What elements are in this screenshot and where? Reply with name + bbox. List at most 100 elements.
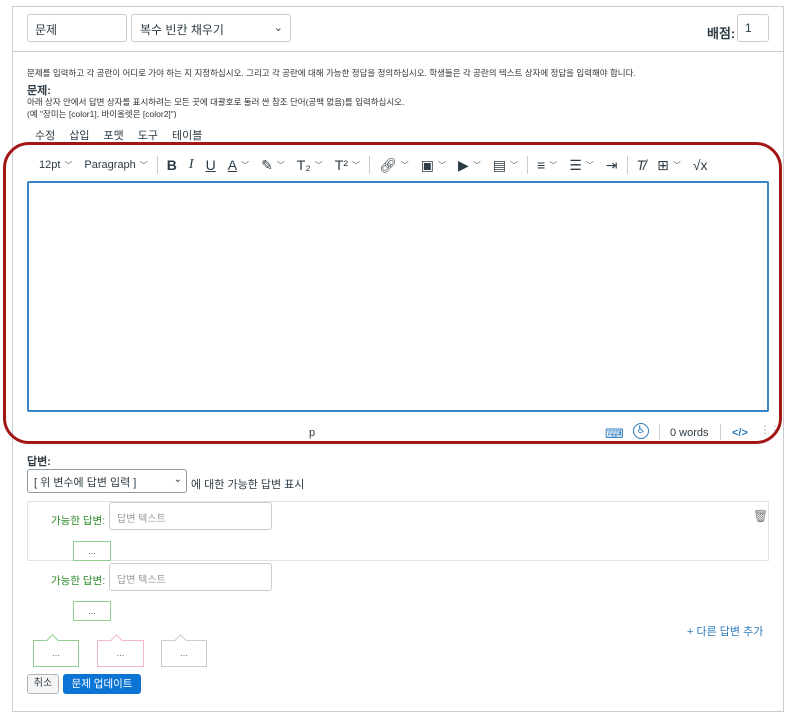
answer-variable-suffix: 에 대한 가능한 답변 표시: [191, 479, 305, 491]
underline-icon: U: [205, 157, 216, 173]
keyboard-icon[interactable]: ⌨: [605, 426, 624, 442]
square-root-icon: √x: [692, 157, 708, 173]
cancel-button[interactable]: 취소: [27, 674, 59, 694]
answer-text-input[interactable]: 답변 텍스트: [109, 563, 272, 591]
chevron-down-icon: ﹀: [472, 160, 481, 170]
block-format-value: Paragraph: [84, 159, 136, 171]
image-icon: ▣: [420, 156, 435, 173]
question-type-value: 복수 빈칸 채우기: [140, 23, 224, 37]
chevron-down-icon: ﹀: [400, 160, 409, 170]
possible-answer-label: 가능한 답변:: [51, 515, 106, 527]
answer-variable-select[interactable]: [ 위 변수에 답변 입력 ] ⌄: [27, 469, 187, 493]
font-size-dropdown[interactable]: 12pt ﹀: [33, 153, 78, 177]
menu-insert[interactable]: 삽입: [69, 127, 89, 143]
menu-format[interactable]: 포맷: [104, 127, 124, 143]
table-button[interactable]: ⊞ ﹀: [651, 153, 687, 177]
subscript-button[interactable]: T₂ ﹀: [291, 153, 329, 177]
element-path[interactable]: p: [309, 427, 315, 439]
hint-line-1: 아래 상자 안에서 답변 상자를 표시하려는 모든 곳에 대괄호로 둘러 싼 참…: [27, 97, 405, 107]
update-question-button[interactable]: 문제 업데이트: [63, 674, 141, 694]
image-button[interactable]: ▣ ﹀: [415, 153, 452, 177]
align-left-icon: ≡: [537, 157, 546, 173]
rich-text-editor-area[interactable]: [27, 181, 769, 412]
link-button[interactable]: 🔗︎ ﹀: [373, 153, 415, 177]
statusbar-divider: [659, 424, 660, 440]
answers-label: 답변:: [27, 456, 51, 468]
underline-button[interactable]: U: [200, 153, 222, 177]
link-icon: 🔗︎: [379, 156, 397, 173]
word-count[interactable]: 0 words: [670, 427, 709, 439]
chevron-down-icon: ⌄: [273, 22, 283, 34]
points-label: 배점:: [707, 26, 736, 41]
chevron-down-icon: ﹀: [64, 160, 73, 170]
subscript-icon: T₂: [296, 157, 311, 173]
bullet-list-icon: ☰: [569, 156, 582, 173]
question-name-input[interactable]: 문제: [27, 14, 127, 42]
chevron-down-icon: ﹀: [276, 160, 285, 170]
correct-comment-bubble[interactable]: ...: [33, 640, 79, 667]
font-size-value: 12pt: [39, 159, 61, 171]
block-format-dropdown[interactable]: Paragraph ﹀: [78, 153, 153, 177]
add-another-answer-link[interactable]: + 다른 답변 추가: [687, 623, 763, 639]
chevron-down-icon: ⌄: [173, 474, 182, 485]
document-icon: ▤: [492, 156, 507, 173]
text-color-icon: A: [227, 157, 238, 173]
media-button[interactable]: ▶ ﹀: [452, 153, 487, 177]
possible-answer-label: 가능한 답변:: [51, 575, 106, 587]
indent-icon: ⇥: [605, 156, 618, 173]
statusbar-divider: [720, 424, 721, 440]
answer-text-input[interactable]: 답변 텍스트: [109, 502, 272, 530]
editor-statusbar: p ⌨ ♿︎ 0 words </> ⋮⋮: [27, 423, 780, 443]
chevron-down-icon: ﹀: [510, 160, 519, 170]
superscript-button[interactable]: T² ﹀: [329, 153, 366, 177]
chevron-down-icon: ﹀: [352, 160, 361, 170]
toolbar-divider: [527, 156, 529, 174]
instructions-text: 문제를 입력하고 각 공란이 어디로 가야 하는 지 지정하십시오. 그리고 각…: [27, 68, 636, 78]
editor-toolbar: 12pt ﹀ Paragraph ﹀ B I U A ﹀ ✎ ﹀ T₂ ﹀ T² ﹀ 🔗︎ ﹀…: [33, 152, 775, 178]
superscript-icon: T²: [334, 157, 349, 173]
question-header: 문제 복수 빈칸 채우기 ⌄ 배점: 1: [13, 7, 783, 52]
clear-format-button[interactable]: T̸: [631, 153, 652, 177]
bold-icon: B: [166, 157, 177, 173]
italic-icon: I: [188, 157, 194, 172]
chevron-down-icon: ﹀: [438, 160, 447, 170]
align-button[interactable]: ≡ ﹀: [531, 153, 563, 177]
question-type-select[interactable]: 복수 빈칸 채우기 ⌄: [131, 14, 291, 42]
toolbar-divider: [156, 156, 158, 174]
question-edit-form: 문제 복수 빈칸 채우기 ⌄ 배점: 1 문제를 입력하고 각 공란이 어디로 …: [12, 6, 784, 712]
neutral-comment-bubble[interactable]: ...: [161, 640, 207, 667]
chevron-down-icon: ﹀: [585, 160, 594, 170]
highlighter-icon: ✎: [261, 156, 273, 173]
text-color-button[interactable]: A ﹀: [222, 153, 255, 177]
html-editor-toggle[interactable]: </>: [732, 427, 748, 439]
chevron-down-icon: ﹀: [549, 160, 558, 170]
trash-icon[interactable]: 🗑︎: [753, 509, 768, 523]
resize-grip-icon[interactable]: ⋮⋮: [760, 425, 780, 436]
table-icon: ⊞: [657, 156, 669, 173]
answer-comment-button[interactable]: ...: [73, 601, 111, 621]
document-button[interactable]: ▤ ﹀: [487, 153, 524, 177]
chevron-down-icon: ﹀: [241, 160, 250, 170]
chevron-down-icon: ﹀: [139, 160, 148, 170]
media-icon: ▶: [458, 156, 469, 173]
answer-variable-value: [ 위 변수에 답변 입력 ]: [34, 477, 137, 489]
indent-button[interactable]: ⇥: [600, 153, 624, 177]
toolbar-divider: [369, 156, 371, 174]
incorrect-comment-bubble[interactable]: ...: [97, 640, 144, 667]
points-input[interactable]: 1: [737, 14, 769, 42]
italic-button[interactable]: I: [183, 153, 200, 177]
answer-comment-button[interactable]: ...: [73, 541, 111, 561]
highlight-color-button[interactable]: ✎ ﹀: [255, 153, 291, 177]
chevron-down-icon: ﹀: [672, 160, 681, 170]
menu-edit[interactable]: 수정: [35, 127, 55, 143]
menu-tools[interactable]: 도구: [138, 127, 158, 143]
accessibility-icon[interactable]: ♿︎: [633, 423, 649, 439]
equation-button[interactable]: √x: [687, 153, 714, 177]
toolbar-divider: [626, 156, 628, 174]
menu-table[interactable]: 테이블: [172, 127, 202, 143]
chevron-down-icon: ﹀: [314, 160, 323, 170]
editor-menubar: 수정 삽입 포맷 도구 테이블: [35, 127, 202, 143]
list-button[interactable]: ☰ ﹀: [563, 153, 600, 177]
clear-formatting-icon: T̸: [636, 157, 646, 173]
bold-button[interactable]: B: [161, 153, 183, 177]
